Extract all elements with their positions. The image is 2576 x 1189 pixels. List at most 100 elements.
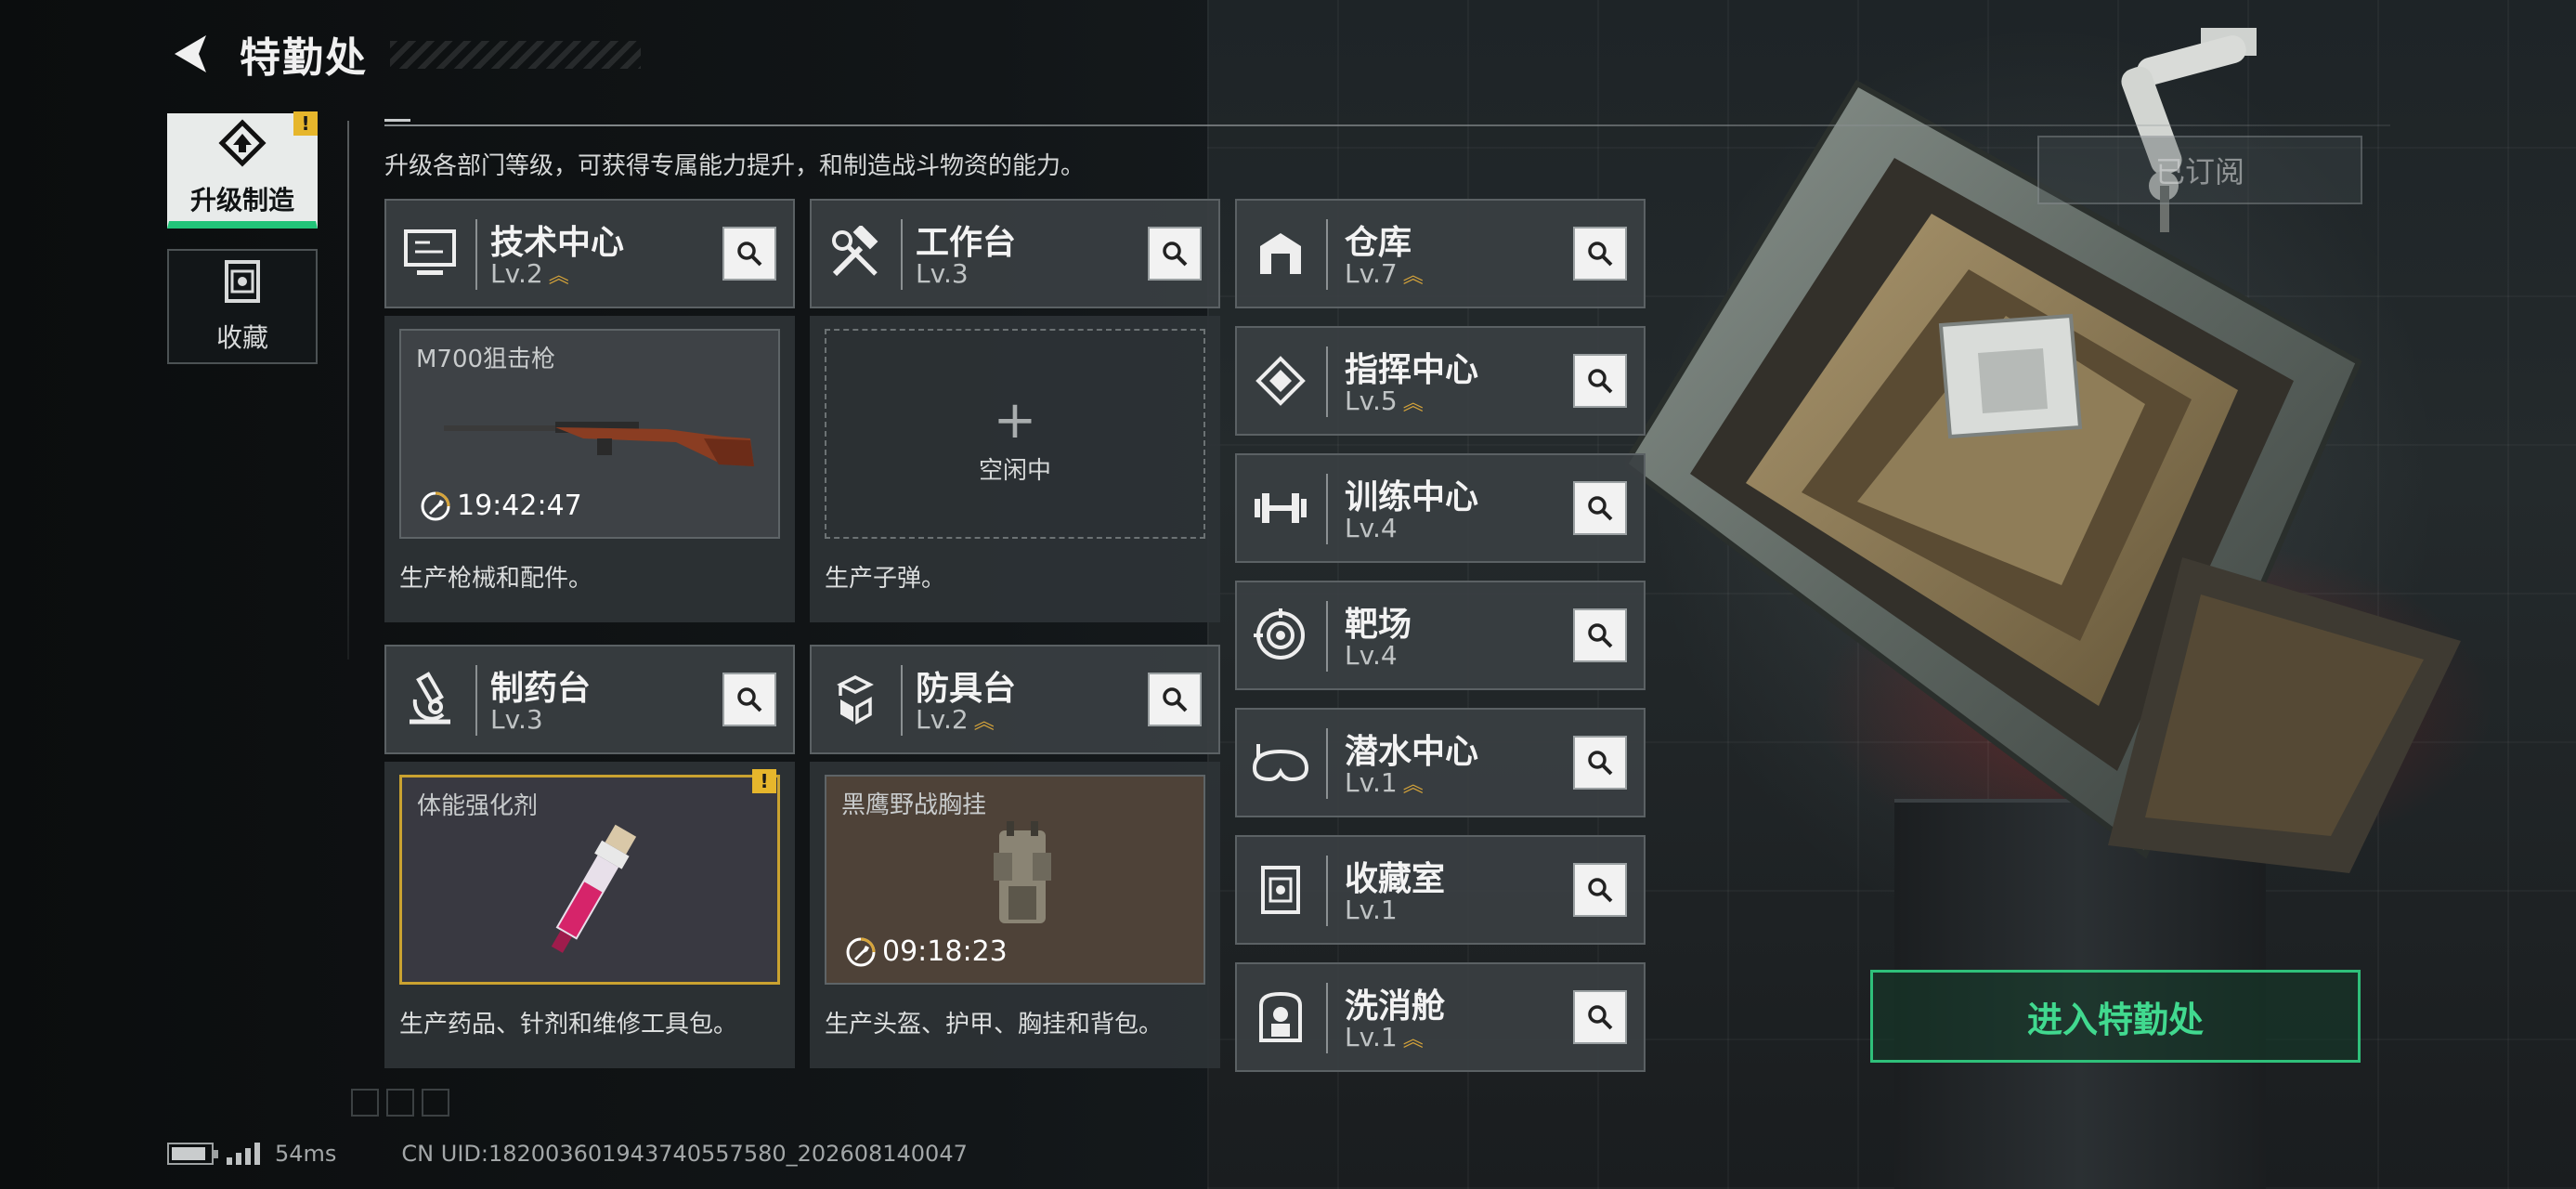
command-icon	[1248, 348, 1313, 413]
divider-cap	[384, 119, 410, 122]
header-separator	[475, 665, 477, 736]
dept-level: Lv.2 ︽	[916, 704, 995, 735]
dept-armor-bench[interactable]: 防具台 Lv.2 ︽	[810, 645, 1220, 754]
dept-training-center[interactable]: 训练中心 Lv.4	[1235, 453, 1646, 563]
dept-level: Lv.3	[490, 704, 543, 735]
vertical-divider	[347, 121, 349, 660]
upgrade-arrow-icon: ︽	[548, 265, 569, 288]
dept-name: 收藏室	[1345, 860, 1446, 898]
microscope-icon	[397, 667, 462, 732]
production-timer: 09:18:23	[845, 935, 1008, 968]
dept-armor-bench-body: 黑鹰野战胸挂 09:18:23 生产头盔、护甲、胸挂和背包。	[810, 762, 1220, 1068]
collection-room-icon	[1248, 857, 1313, 922]
header-separator	[1326, 474, 1328, 544]
dept-tech-center[interactable]: 技术中心 Lv.2 ︽	[384, 199, 795, 308]
tab-upgrade-craft-label: 升级制造	[189, 185, 294, 216]
signal-icon	[227, 1143, 264, 1165]
upgrade-arrow-icon: ︽	[1402, 392, 1424, 415]
dept-workbench[interactable]: 工作台 Lv.3	[810, 199, 1220, 308]
dept-decontamination[interactable]: 洗消舱 Lv.1 ︽	[1235, 962, 1646, 1072]
dept-level: Lv.7 ︽	[1345, 258, 1424, 289]
battery-icon	[167, 1143, 218, 1165]
dept-level: Lv.5 ︽	[1345, 385, 1424, 416]
search-button[interactable]	[1573, 736, 1627, 790]
dept-name: 洗消舱	[1345, 987, 1446, 1026]
search-icon	[1588, 496, 1613, 521]
subscribe-button[interactable]: 已订阅	[2037, 136, 2362, 204]
robot-arm-artwork	[2121, 28, 2257, 232]
production-slot[interactable]: 黑鹰野战胸挂 09:18:23	[825, 775, 1205, 985]
search-button[interactable]	[1573, 990, 1627, 1044]
idle-status: 空闲中	[978, 457, 1051, 485]
target-icon	[1248, 603, 1313, 668]
search-button[interactable]	[1573, 608, 1627, 662]
search-icon	[1163, 687, 1188, 712]
dept-name: 制药台	[490, 670, 592, 708]
product-name: M700狙击枪	[416, 346, 556, 373]
search-button[interactable]	[1148, 673, 1202, 726]
page-title: 特勤处	[240, 34, 368, 82]
search-button[interactable]	[722, 673, 776, 726]
header-separator	[901, 219, 903, 290]
tools-icon	[823, 221, 888, 286]
dept-level: Lv.2 ︽	[490, 258, 569, 289]
product-alert-badge: !	[752, 769, 776, 793]
search-button[interactable]	[1148, 227, 1202, 281]
dept-pharmacy[interactable]: 制药台 Lv.3	[384, 645, 795, 754]
upgrade-arrow-icon: ︽	[973, 711, 995, 734]
search-button[interactable]	[1573, 354, 1627, 408]
dept-command-center[interactable]: 指挥中心 Lv.5 ︽	[1235, 326, 1646, 436]
wrench-timer-icon	[846, 937, 876, 966]
search-icon	[1588, 878, 1613, 903]
dept-caption: 生产子弹。	[825, 565, 946, 593]
dept-level: Lv.1 ︽	[1345, 1022, 1424, 1052]
search-icon	[1588, 1005, 1613, 1030]
header-separator	[1326, 219, 1328, 290]
search-button[interactable]	[722, 227, 776, 281]
dept-name: 防具台	[916, 670, 1017, 708]
dumbbell-icon	[1248, 476, 1313, 541]
back-button[interactable]	[167, 30, 215, 78]
dept-shooting-range[interactable]: 靶场 Lv.4	[1235, 581, 1646, 690]
dept-level: Lv.4	[1345, 513, 1398, 543]
dept-name: 潜水中心	[1345, 733, 1479, 771]
search-icon	[737, 687, 762, 712]
upgrade-craft-icon	[218, 119, 267, 167]
tab-collection[interactable]: 收藏	[167, 249, 318, 364]
dept-workbench-body: + 空闲中 生产子弹。	[810, 316, 1220, 622]
tab-alert-badge: !	[293, 111, 318, 136]
dept-collection-room[interactable]: 收藏室 Lv.1	[1235, 835, 1646, 945]
dept-diving-center[interactable]: 潜水中心 Lv.1 ︽	[1235, 708, 1646, 817]
armor-blocks-icon	[823, 667, 888, 732]
dept-pharmacy-body: 体能强化剂 ! 生产药品、针剂和维修工具包。	[384, 762, 795, 1068]
corner-decoration	[351, 1089, 457, 1117]
dept-caption: 生产枪械和配件。	[399, 565, 593, 593]
product-name: 黑鹰野战胸挂	[841, 791, 987, 819]
syringe-image	[551, 824, 637, 953]
enter-special-ops-button[interactable]: 进入特勤处	[1870, 970, 2361, 1063]
production-slot[interactable]: M700狙击枪 19:42:47	[399, 329, 780, 539]
upgrade-arrow-icon: ︽	[1402, 774, 1424, 797]
search-icon	[1588, 623, 1613, 648]
search-button[interactable]	[1573, 863, 1627, 917]
production-slot-selected[interactable]: 体能强化剂	[399, 775, 780, 985]
search-icon	[1588, 751, 1613, 776]
diving-mask-icon	[1248, 730, 1313, 795]
search-icon	[1163, 242, 1188, 267]
dept-warehouse[interactable]: 仓库 Lv.7 ︽	[1235, 199, 1646, 308]
divider	[384, 124, 2390, 126]
search-button[interactable]	[1573, 227, 1627, 281]
user-uid: CN UID:182003601943740557580_20260814004…	[401, 1141, 968, 1167]
upgrade-arrow-icon: ︽	[1402, 1028, 1424, 1052]
dept-level: Lv.1	[1345, 895, 1398, 925]
search-button[interactable]	[1573, 481, 1627, 535]
header-separator	[1326, 728, 1328, 799]
dept-name: 训练中心	[1345, 478, 1479, 516]
upgrade-arrow-icon: ︽	[1402, 265, 1424, 288]
add-icon: +	[993, 390, 1037, 451]
production-slot-empty[interactable]: + 空闲中	[825, 329, 1205, 539]
collection-icon	[225, 260, 260, 303]
dept-level: Lv.4	[1345, 640, 1398, 671]
warehouse-icon	[1248, 221, 1313, 286]
computer-icon	[397, 221, 462, 286]
